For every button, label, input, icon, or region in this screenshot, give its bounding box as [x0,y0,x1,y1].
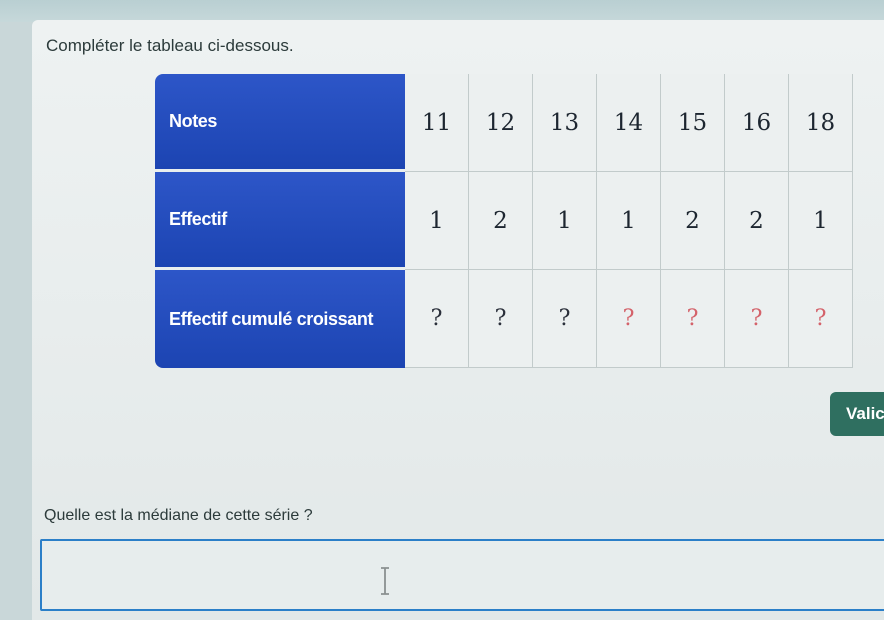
cumule-input-cell[interactable]: ? [725,270,789,368]
note-cell: 15 [661,74,725,172]
effectif-cell: 2 [469,172,533,270]
window-top-band [0,0,884,22]
effectif-cell: 1 [597,172,661,270]
table-row-notes: Notes 11 12 13 14 15 16 18 [155,74,853,172]
note-cell: 14 [597,74,661,172]
text-cursor-icon [381,567,389,595]
median-question: Quelle est la médiane de cette série ? [44,507,313,524]
cumule-input-cell[interactable]: ? [469,270,533,368]
validate-button[interactable]: Valic [830,392,884,436]
row-header-cumule: Effectif cumulé croissant [155,270,405,368]
cumule-input-cell[interactable]: ? [661,270,725,368]
cumule-input-cell[interactable]: ? [789,270,853,368]
note-cell: 16 [725,74,789,172]
cumule-input-cell[interactable]: ? [533,270,597,368]
row-header-notes: Notes [155,74,405,172]
effectif-cell: 2 [661,172,725,270]
median-answer-input[interactable] [40,539,884,611]
cumule-input-cell[interactable]: ? [597,270,661,368]
effectif-cell: 1 [533,172,597,270]
frequency-table: Notes 11 12 13 14 15 16 18 Effectif 1 2 … [155,74,853,368]
row-header-effectif: Effectif [155,172,405,270]
note-cell: 18 [789,74,853,172]
note-cell: 12 [469,74,533,172]
effectif-cell: 1 [789,172,853,270]
effectif-cell: 2 [725,172,789,270]
table-row-effectif: Effectif 1 2 1 1 2 2 1 [155,172,853,270]
effectif-cell: 1 [405,172,469,270]
cumule-input-cell[interactable]: ? [405,270,469,368]
table-row-cumule: Effectif cumulé croissant ? ? ? ? ? ? ? [155,270,853,368]
note-cell: 11 [405,74,469,172]
instruction-text: Compléter le tableau ci-dessous. [46,36,294,55]
note-cell: 13 [533,74,597,172]
